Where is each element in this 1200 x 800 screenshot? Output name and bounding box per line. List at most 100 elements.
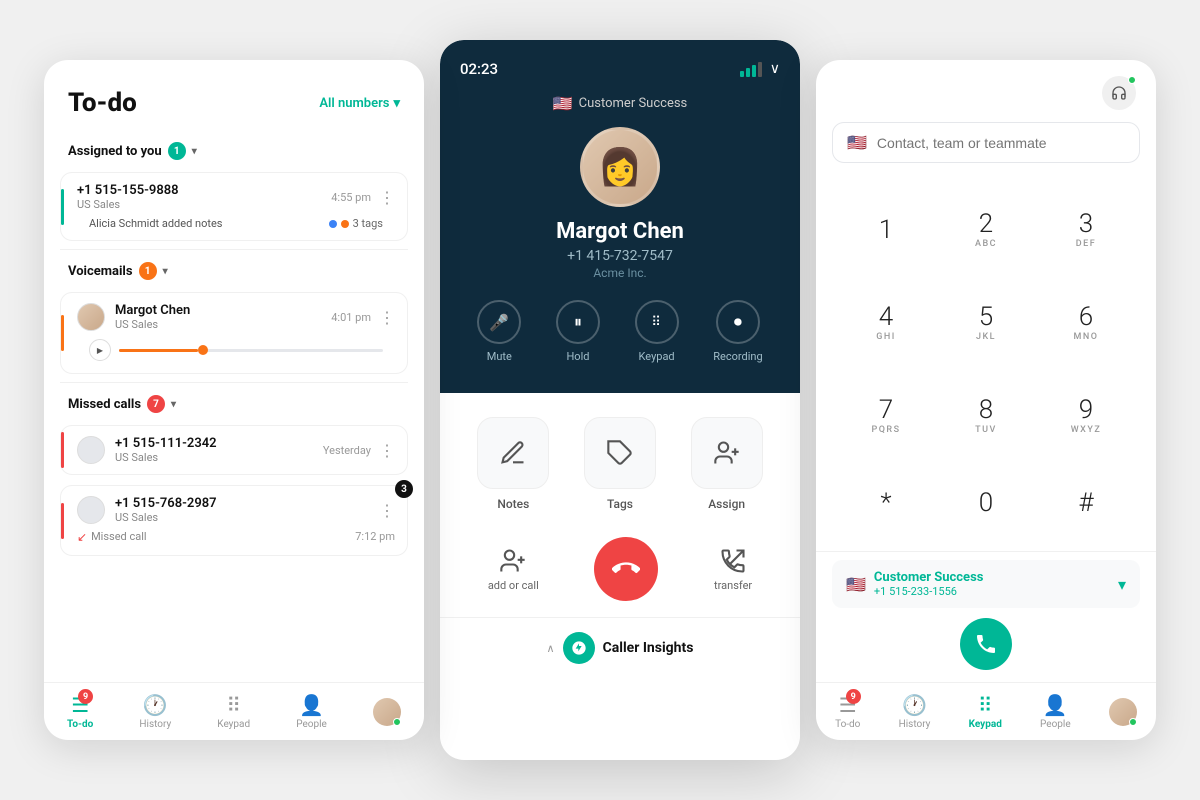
key-6[interactable]: 6MNO bbox=[1036, 276, 1136, 369]
right-nav-people[interactable]: 👤 People bbox=[1040, 693, 1071, 730]
caller-company: Acme Inc. bbox=[593, 266, 646, 280]
tags-count: 3 tags bbox=[353, 217, 383, 230]
headset-button[interactable] bbox=[1102, 76, 1136, 110]
mute-button[interactable]: 🎤 Mute bbox=[477, 300, 521, 363]
caller-insights-row[interactable]: ∧ Caller Insights bbox=[440, 617, 800, 678]
key-num-5: 5 bbox=[979, 304, 993, 330]
key-0[interactable]: 0 bbox=[936, 462, 1036, 543]
hold-icon: ⏸ bbox=[556, 300, 600, 344]
add-call-button[interactable]: add or call bbox=[488, 547, 539, 592]
recording-label: Recording bbox=[713, 350, 762, 363]
assign-button[interactable]: Assign bbox=[691, 417, 763, 511]
voicemails-chevron-icon[interactable]: ▾ bbox=[163, 266, 168, 277]
right-nav-keypad[interactable]: ⠿ Keypad bbox=[969, 693, 1002, 730]
search-flag-icon: 🇺🇸 bbox=[847, 133, 867, 152]
dial-call-button[interactable] bbox=[960, 618, 1012, 670]
missed-call-item-1[interactable]: +1 515-111-2342 US Sales Yesterday ⋮ bbox=[60, 425, 408, 475]
assign-icon bbox=[691, 417, 763, 489]
key-*[interactable]: * bbox=[836, 462, 936, 543]
call-chevron-down-icon[interactable]: ∨ bbox=[770, 61, 780, 77]
recording-button[interactable]: ⏺ Recording bbox=[713, 300, 762, 363]
notes-label: Notes bbox=[497, 497, 529, 511]
nav-todo[interactable]: ☰ 9 To-do bbox=[67, 693, 93, 730]
key-9[interactable]: 9WXYZ bbox=[1036, 369, 1136, 462]
todo-panel: To-do All numbers ▾ Assigned to you 1 ▾ … bbox=[44, 60, 424, 740]
missed-more-icon-2[interactable]: ⋮ bbox=[379, 501, 395, 520]
audio-progress-bar[interactable] bbox=[119, 349, 383, 352]
all-numbers-btn[interactable]: All numbers ▾ bbox=[319, 96, 400, 111]
tags-icon bbox=[584, 417, 656, 489]
key-3[interactable]: 3DEF bbox=[1036, 183, 1136, 276]
play-button[interactable]: ▶ bbox=[89, 339, 111, 361]
key-num-#: # bbox=[1078, 490, 1093, 516]
right-nav-people-label: People bbox=[1040, 719, 1071, 730]
keypad-button[interactable]: ⠿ Keypad bbox=[635, 300, 679, 363]
right-nav-todo[interactable]: ☰ 9 To-do bbox=[835, 693, 860, 730]
right-nav-history[interactable]: 🕐 History bbox=[899, 693, 931, 730]
caller-name: Margot Chen bbox=[556, 219, 684, 244]
call-number: +1 515-155-9888 bbox=[77, 183, 179, 198]
key-letters-8: TUV bbox=[975, 425, 997, 435]
us-flag-icon: 🇺🇸 bbox=[553, 94, 573, 113]
keypad-ctrl-label: Keypad bbox=[639, 350, 675, 363]
nav-people[interactable]: 👤 People bbox=[296, 693, 327, 730]
key-5[interactable]: 5JKL bbox=[936, 276, 1036, 369]
notes-button[interactable]: Notes bbox=[477, 417, 549, 511]
key-2[interactable]: 2ABC bbox=[936, 183, 1036, 276]
selected-line[interactable]: 🇺🇸 Customer Success +1 515-233-1556 ▾ bbox=[832, 560, 1140, 608]
key-letters-9: WXYZ bbox=[1071, 425, 1102, 435]
nav-history-label: History bbox=[139, 719, 171, 730]
more-options-icon[interactable]: ⋮ bbox=[379, 188, 395, 207]
key-8[interactable]: 8 TUV bbox=[936, 369, 1036, 462]
voicemails-badge: 1 bbox=[139, 262, 157, 280]
key-7[interactable]: 7PQRS bbox=[836, 369, 936, 462]
call-end-area: add or call transfer bbox=[440, 527, 800, 617]
nav-avatar[interactable] bbox=[373, 698, 401, 726]
nav-keypad-label: Keypad bbox=[217, 719, 250, 730]
voicemail-label: US Sales bbox=[115, 318, 190, 331]
line-chevron-down-icon: ▾ bbox=[1118, 575, 1126, 594]
assigned-chevron-icon[interactable]: ▾ bbox=[192, 146, 197, 157]
missed-more-icon-1[interactable]: ⋮ bbox=[379, 441, 395, 460]
transfer-label: transfer bbox=[714, 579, 752, 592]
right-nav-avatar[interactable] bbox=[1109, 698, 1137, 726]
key-4[interactable]: 4GHI bbox=[836, 276, 936, 369]
hold-button[interactable]: ⏸ Hold bbox=[556, 300, 600, 363]
missed-call-item-2[interactable]: 3 +1 515-768-2987 US Sales ⋮ ↙ Missed ca… bbox=[60, 485, 408, 556]
right-nav-keypad-label: Keypad bbox=[969, 719, 1002, 730]
key-num-8: 8 bbox=[979, 397, 993, 423]
phone-call-icon bbox=[974, 632, 998, 656]
insights-icon bbox=[563, 632, 595, 664]
right-bottom-nav: ☰ 9 To-do 🕐 History ⠿ Keypad 👤 People bbox=[816, 682, 1156, 740]
voicemail-item[interactable]: Margot Chen US Sales 4:01 pm ⋮ ▶ bbox=[60, 292, 408, 374]
nav-keypad[interactable]: ⠿ Keypad bbox=[217, 693, 250, 730]
key-num-1: 1 bbox=[879, 217, 893, 243]
end-call-button[interactable] bbox=[594, 537, 658, 601]
transfer-button[interactable]: transfer bbox=[714, 547, 752, 592]
tag-dot-blue-icon bbox=[329, 220, 337, 228]
avatar-online-dot bbox=[393, 718, 401, 726]
missed-number-2: +1 515-768-2987 bbox=[115, 496, 217, 511]
nav-history[interactable]: 🕐 History bbox=[139, 693, 171, 730]
signal-bars bbox=[740, 62, 762, 77]
active-call-panel: 02:23 ∨ 🇺🇸 Customer Success 👩 bbox=[440, 40, 800, 760]
assigned-call-item[interactable]: +1 515-155-9888 US Sales 4:55 pm ⋮ Alici… bbox=[60, 172, 408, 241]
people-icon: 👤 bbox=[299, 693, 324, 717]
contact-search-bar[interactable]: 🇺🇸 bbox=[832, 122, 1140, 163]
voicemail-more-icon[interactable]: ⋮ bbox=[379, 308, 395, 327]
hold-label: Hold bbox=[566, 350, 589, 363]
missed-caller-avatar-2 bbox=[77, 496, 105, 524]
insights-chevron-up-icon: ∧ bbox=[547, 642, 555, 655]
tags-button[interactable]: Tags bbox=[584, 417, 656, 511]
missed-calls-chevron-icon[interactable]: ▾ bbox=[171, 399, 176, 410]
contact-search-input[interactable] bbox=[877, 135, 1125, 151]
mute-icon: 🎤 bbox=[477, 300, 521, 344]
end-call-icon bbox=[612, 555, 640, 583]
key-#[interactable]: # bbox=[1036, 462, 1136, 543]
key-letters-7: PQRS bbox=[871, 425, 900, 435]
missed-border-indicator bbox=[61, 432, 64, 468]
voicemail-time: 4:01 pm bbox=[331, 311, 371, 324]
key-1[interactable]: 1 bbox=[836, 183, 936, 276]
call-time: 4:55 pm bbox=[331, 191, 371, 204]
right-nav-history-label: History bbox=[899, 719, 931, 730]
